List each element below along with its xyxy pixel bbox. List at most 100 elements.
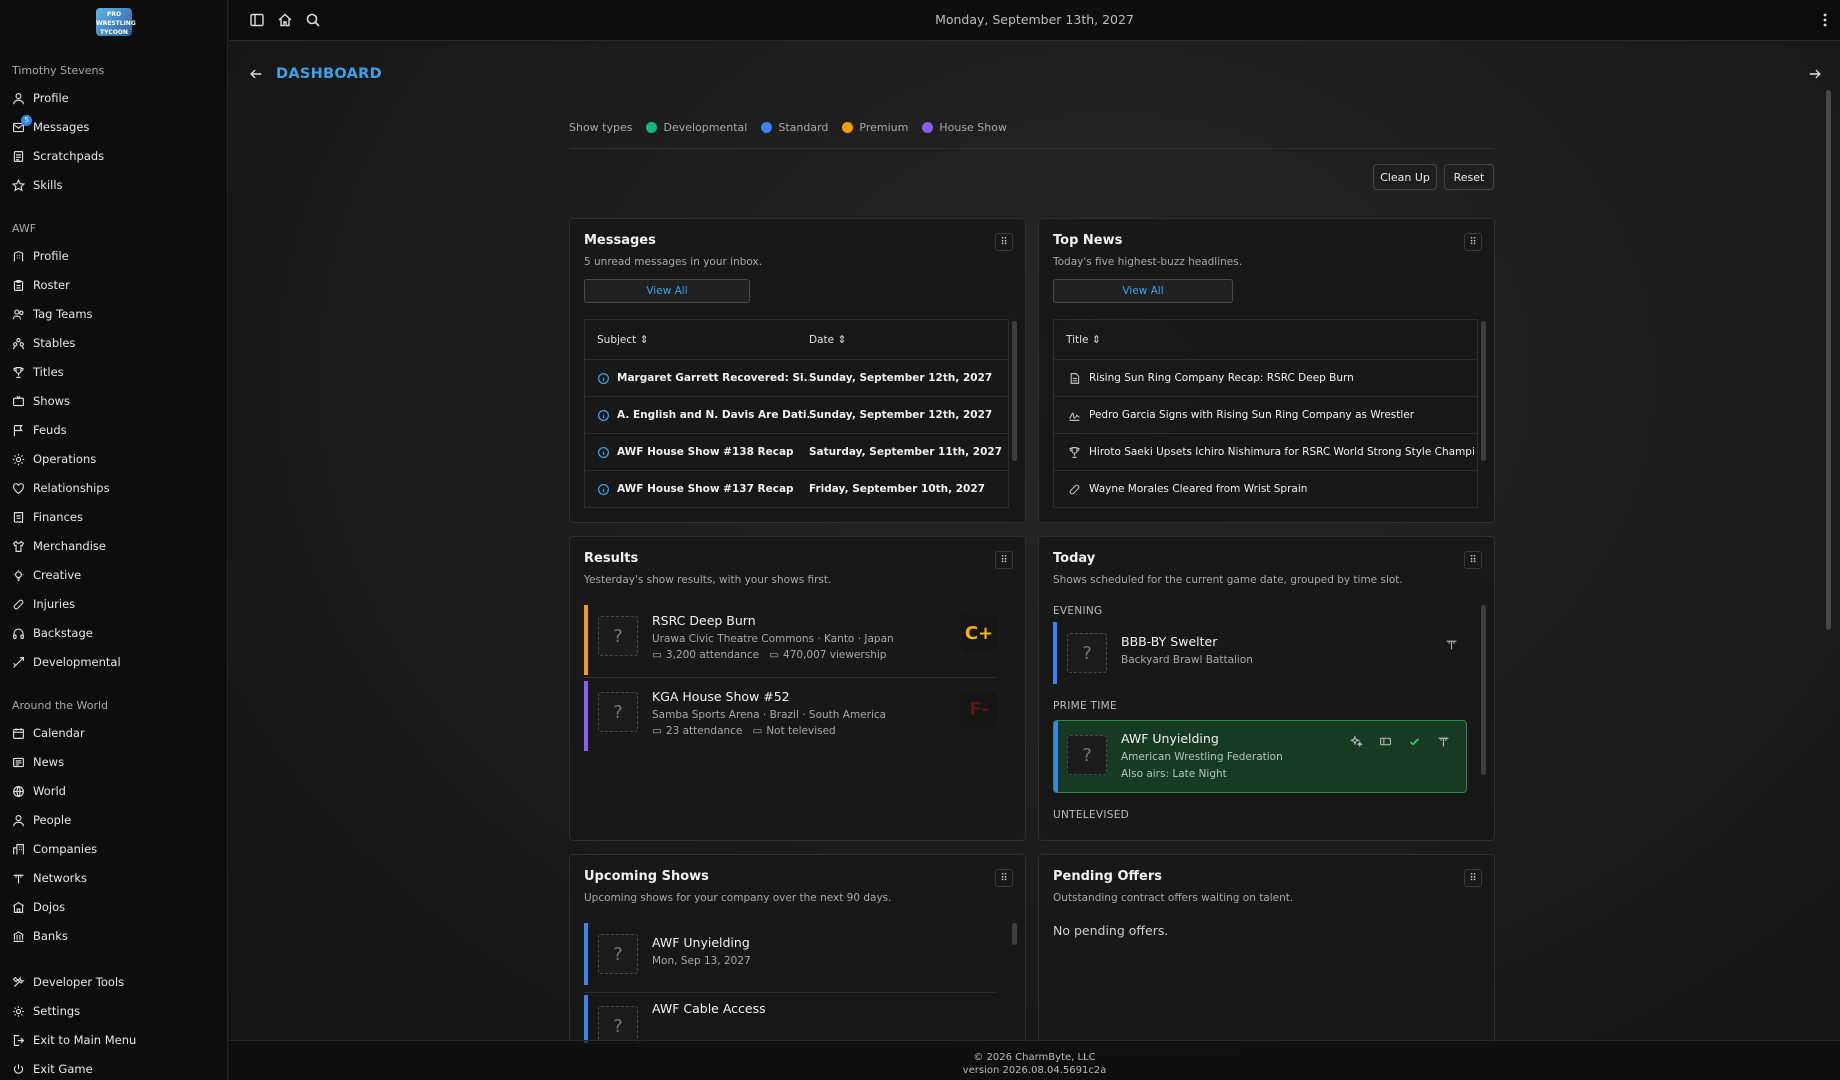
sidebar-item-feuds[interactable]: Feuds bbox=[12, 419, 212, 441]
globe-icon bbox=[13, 785, 24, 797]
antenna-icon[interactable] bbox=[1437, 735, 1450, 748]
sidebar-item-companies[interactable]: Companies bbox=[12, 838, 212, 860]
table-row[interactable]: Wayne Morales Cleared from Wrist Sprain bbox=[1054, 471, 1477, 508]
sidebar-item-relationships[interactable]: Relationships bbox=[12, 477, 212, 499]
news-table: Title ⇕ Rising Sun Ring Company Recap: R… bbox=[1053, 319, 1478, 508]
sidebar-item-profile[interactable]: Profile bbox=[12, 245, 212, 267]
clipboard-icon bbox=[13, 279, 24, 291]
sidebar-item-messages[interactable]: 5 Messages bbox=[12, 115, 212, 138]
reset-button[interactable]: Reset bbox=[1444, 164, 1494, 190]
sidebar-item-operations[interactable]: Operations bbox=[12, 448, 212, 470]
back-arrow-icon[interactable] bbox=[249, 67, 263, 81]
sidebar-item-tag-teams[interactable]: Tag Teams bbox=[12, 303, 212, 325]
sparkles-icon[interactable] bbox=[1350, 735, 1363, 748]
dojo-icon bbox=[12, 901, 25, 913]
sidebar-item-merchandise[interactable]: Merchandise bbox=[12, 535, 212, 557]
sidebar-item-titles[interactable]: Titles bbox=[12, 361, 212, 383]
info-icon bbox=[598, 483, 609, 495]
sidebar-item-backstage[interactable]: Backstage bbox=[12, 622, 212, 644]
sidebar-item-world[interactable]: World bbox=[12, 780, 212, 802]
drag-handle-icon[interactable]: ⠿ bbox=[995, 869, 1013, 887]
today-show-row-active[interactable]: ? AWF Unyielding American Wrestling Fede… bbox=[1053, 720, 1467, 793]
sidebar-item-user-profile[interactable]: Profile bbox=[12, 87, 212, 109]
page-scrollbar[interactable] bbox=[1826, 90, 1831, 630]
result-row[interactable]: ? RSRC Deep Burn Urawa Civic Theatre Commo… bbox=[584, 605, 997, 675]
game-logo[interactable]: PRO WRESTLING TYCOON bbox=[96, 8, 136, 36]
info-icon bbox=[598, 409, 609, 421]
drag-handle-icon[interactable]: ⠿ bbox=[995, 551, 1013, 569]
legend-dot-standard bbox=[761, 122, 773, 133]
drag-handle-icon[interactable]: ⠿ bbox=[995, 233, 1013, 251]
sidebar-item-label: Messages bbox=[33, 120, 90, 134]
messages-widget: Messages 5 unread messages in your inbox… bbox=[569, 218, 1026, 523]
sidebar-item-banks[interactable]: Banks bbox=[12, 925, 212, 947]
show-logo-placeholder: ? bbox=[1067, 735, 1107, 775]
sidebar-item-developmental[interactable]: Developmental bbox=[12, 651, 212, 673]
legend-item: Standard bbox=[778, 121, 829, 134]
table-row[interactable]: Rising Sun Ring Company Recap: RSRC Deep… bbox=[1054, 360, 1477, 397]
show-type-bar bbox=[1053, 622, 1057, 684]
sidebar-item-label: Tag Teams bbox=[33, 307, 93, 321]
upcoming-show-row[interactable]: ? AWF Unyielding Mon, Sep 13, 2027 bbox=[584, 923, 997, 993]
check-icon[interactable] bbox=[1408, 735, 1421, 748]
today-show-row[interactable]: ? BBB-BY Swelter Backyard Brawl Battalio… bbox=[1053, 622, 1467, 692]
sidebar-item-calendar[interactable]: Calendar bbox=[12, 722, 212, 744]
table-row[interactable]: Hiroto Saeki Upsets Ichiro Nishimura for… bbox=[1054, 434, 1477, 471]
sidebar-item-roster[interactable]: Roster bbox=[12, 274, 212, 296]
message-date: Friday, September 10th, 2027 bbox=[809, 483, 985, 495]
results-widget: Results Yesterday's show results, with y… bbox=[569, 536, 1026, 841]
sidebar-item-scratchpads[interactable]: Scratchpads bbox=[12, 145, 212, 167]
attendance-value: 3,200 attendance bbox=[665, 649, 760, 661]
show-type-bar bbox=[584, 681, 588, 751]
shirt-icon bbox=[12, 540, 25, 552]
news-scrollbar[interactable] bbox=[1481, 321, 1486, 461]
show-name: RSRC Deep Burn bbox=[652, 613, 756, 628]
today-scrollbar[interactable] bbox=[1481, 605, 1486, 775]
sidebar-item-news[interactable]: News bbox=[12, 751, 212, 773]
calendar-icon bbox=[13, 727, 24, 739]
footer: © 2026 CharmByte, LLC version 2026.08.04… bbox=[229, 1040, 1840, 1080]
column-date[interactable]: Date ⇕ bbox=[809, 334, 846, 346]
sidebar-item-stables[interactable]: Stables bbox=[12, 332, 212, 354]
sidebar-item-settings[interactable]: Settings bbox=[12, 1000, 212, 1022]
sidebar-item-exit-game[interactable]: Exit Game bbox=[12, 1058, 212, 1080]
sidebar-item-dojos[interactable]: Dojos bbox=[12, 896, 212, 918]
table-row[interactable]: AWF House Show #137 Recap Friday, Septemb… bbox=[585, 471, 1008, 508]
upcoming-show-row[interactable]: ? AWF Cable Access bbox=[584, 995, 997, 1043]
table-row[interactable]: A. English and N. Davis Are Dati... Sunda… bbox=[585, 397, 1008, 434]
sidebar-item-shows[interactable]: Shows bbox=[12, 390, 212, 412]
forward-arrow-icon[interactable] bbox=[1808, 67, 1822, 81]
drag-handle-icon[interactable]: ⠿ bbox=[1464, 551, 1482, 569]
clean-up-button[interactable]: Clean Up bbox=[1373, 164, 1437, 190]
column-subject[interactable]: Subject ⇕ bbox=[585, 334, 809, 346]
sidebar-item-finances[interactable]: Finances bbox=[12, 506, 212, 528]
view-all-news-button[interactable]: View All bbox=[1053, 279, 1233, 303]
drag-handle-icon[interactable]: ⠿ bbox=[1464, 233, 1482, 251]
view-all-messages-button[interactable]: View All bbox=[584, 279, 750, 303]
table-row[interactable]: Pedro Garcia Signs with Rising Sun Ring … bbox=[1054, 397, 1477, 434]
more-vertical-icon[interactable] bbox=[1817, 12, 1833, 28]
column-title[interactable]: Title ⇕ bbox=[1054, 334, 1101, 346]
sidebar-item-developer-tools[interactable]: Developer Tools bbox=[12, 971, 212, 993]
viewership-value: 470,007 viewership bbox=[783, 649, 887, 661]
sidebar-item-people[interactable]: People bbox=[12, 809, 212, 831]
sidebar-item-exit-to-main-menu[interactable]: Exit to Main Menu bbox=[12, 1029, 212, 1051]
empty-state-text: No pending offers. bbox=[1053, 923, 1169, 938]
sidebar-item-creative[interactable]: Creative bbox=[12, 564, 212, 586]
upcoming-scrollbar[interactable] bbox=[1012, 923, 1017, 945]
drag-handle-icon[interactable]: ⠿ bbox=[1464, 869, 1482, 887]
user-icon bbox=[13, 92, 24, 104]
table-row[interactable]: AWF House Show #138 Recap Saturday, Septe… bbox=[585, 434, 1008, 471]
result-row[interactable]: ? KGA House Show #52 Samba Sports Arena · … bbox=[584, 681, 997, 751]
table-row[interactable]: Margaret Garrett Recovered: Si... Sunday,… bbox=[585, 360, 1008, 397]
messages-scrollbar[interactable] bbox=[1012, 321, 1017, 461]
ticket-icon[interactable] bbox=[1379, 735, 1392, 748]
antenna-icon[interactable] bbox=[1445, 638, 1458, 651]
show-logo-placeholder: ? bbox=[598, 692, 638, 732]
sidebar-item-injuries[interactable]: Injuries bbox=[12, 593, 212, 615]
legend-label: Show types bbox=[569, 121, 633, 134]
sidebar-item-skills[interactable]: Skills bbox=[12, 174, 212, 196]
sidebar-item-label: Companies bbox=[33, 842, 98, 856]
grade-badge: F- bbox=[961, 691, 997, 727]
sidebar-item-networks[interactable]: Networks bbox=[12, 867, 212, 889]
